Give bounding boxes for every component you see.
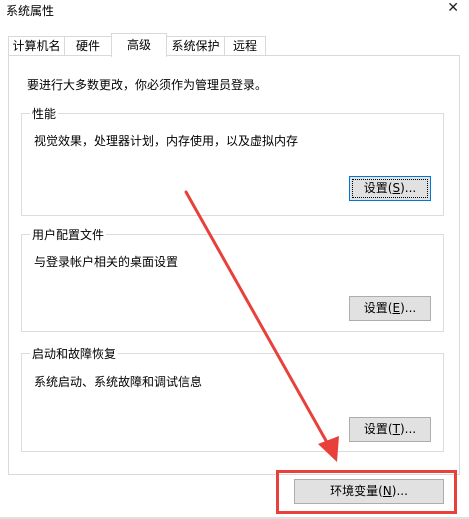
user-profiles-settings-button[interactable]: 设置(E)... [349,296,431,321]
user-profiles-group: 用户配置文件 与登录帐户相关的桌面设置 设置(E)... [21,226,444,332]
performance-group-title: 性能 [30,105,59,122]
admin-notice: 要进行大多数更改，你必须作为管理员登录。 [27,78,268,92]
performance-description: 视觉效果，处理器计划，内存使用，以及虚拟内存 [34,134,299,148]
startup-recovery-group: 启动和故障恢复 系统启动、系统故障和调试信息 设置(T)... [21,345,444,452]
tab-system-protection[interactable]: 系统保护 [166,36,225,55]
startup-recovery-settings-button[interactable]: 设置(T)... [349,417,431,442]
startup-recovery-description: 系统启动、系统故障和调试信息 [34,375,203,389]
window-title: 系统属性 [6,4,55,18]
tab-remote[interactable]: 远程 [224,36,266,55]
close-icon[interactable]: ✕ [447,0,459,16]
startup-recovery-group-title: 启动和故障恢复 [30,345,119,362]
tab-computer-name[interactable]: 计算机名 [8,36,65,55]
user-profiles-description: 与登录帐户相关的桌面设置 [34,255,179,269]
user-profiles-group-title: 用户配置文件 [30,226,107,243]
performance-settings-button[interactable]: 设置(S)... [349,176,431,201]
performance-group: 性能 视觉效果，处理器计划，内存使用，以及虚拟内存 设置(S)... [21,105,444,216]
environment-variables-button[interactable]: 环境变量(N)... [294,479,444,504]
tab-hardware[interactable]: 硬件 [64,36,112,55]
tab-advanced[interactable]: 高级 [111,33,167,57]
